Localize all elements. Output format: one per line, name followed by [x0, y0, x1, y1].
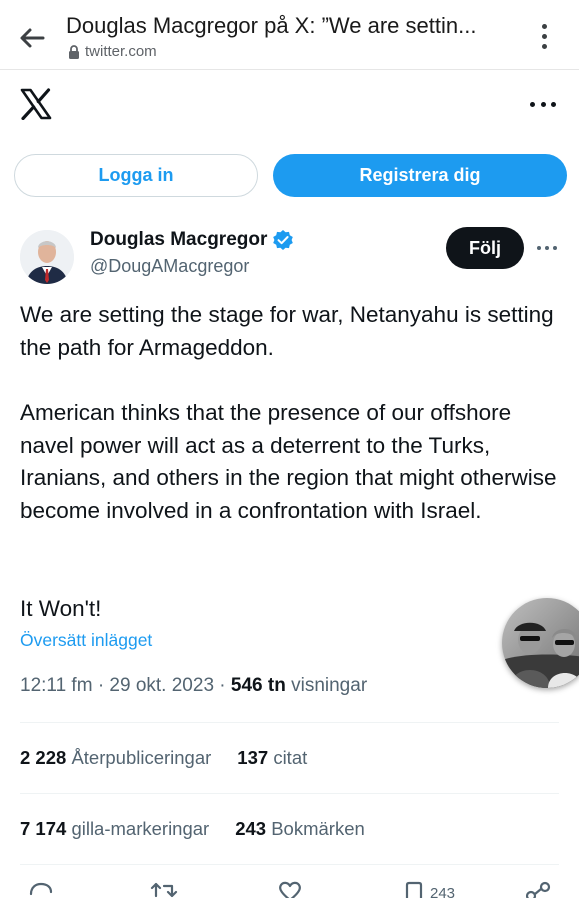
share-icon — [526, 881, 551, 898]
verified-badge-icon — [273, 230, 294, 250]
bookmark-count: 243 — [430, 885, 456, 898]
author-handle[interactable]: @DougAMacgregor — [90, 256, 249, 277]
quotes-stat[interactable]: 137 citat — [237, 747, 307, 769]
like-icon — [279, 881, 301, 898]
url-text: twitter.com — [85, 43, 157, 60]
author-name[interactable]: Douglas Macgregor — [90, 229, 294, 251]
kebab-menu-icon[interactable] — [530, 18, 558, 54]
share-button[interactable] — [526, 880, 552, 898]
stats-row-2: 7 174 gilla-markeringar 243 Bokmärken — [20, 818, 365, 840]
lock-icon — [69, 44, 79, 59]
back-arrow-icon — [20, 28, 45, 48]
tweet-meta: 12:11 fm · 29 okt. 2023 · 546 tn visning… — [20, 675, 368, 696]
tweet-paragraph-3: It Won't! — [20, 596, 102, 621]
tweet-date[interactable]: 29 okt. 2023 — [109, 675, 214, 696]
views-label: visningar — [291, 675, 368, 696]
like-button[interactable] — [276, 880, 304, 898]
repost-icon — [150, 882, 178, 898]
reposts-stat[interactable]: 2 228 Återpubliceringar — [20, 747, 211, 769]
browser-toolbar: Douglas Macgregor på X: ”We are settin..… — [0, 0, 579, 70]
back-button[interactable] — [14, 20, 50, 56]
tweet-paragraph-1: We are setting the stage for war, Netany… — [20, 302, 554, 360]
more-horizontal-icon[interactable] — [530, 96, 556, 112]
bookmark-icon — [405, 881, 423, 898]
avatar-image — [20, 230, 74, 284]
repost-button[interactable] — [150, 880, 178, 898]
reply-button[interactable] — [28, 880, 54, 898]
login-button[interactable]: Logga in — [14, 154, 258, 197]
tweet-paragraph-2: American thinks that the presence of our… — [20, 400, 557, 524]
bookmark-button[interactable]: 243 — [404, 880, 455, 898]
register-button[interactable]: Registrera dig — [273, 154, 567, 197]
tweet-time[interactable]: 12:11 fm — [20, 675, 93, 696]
bookmarks-stat[interactable]: 243 Bokmärken — [235, 818, 365, 840]
avatar[interactable] — [20, 230, 74, 284]
page-title: Douglas Macgregor på X: ”We are settin..… — [66, 13, 477, 38]
translate-link[interactable]: Översätt inlägget — [20, 630, 152, 651]
follow-button[interactable]: Följ — [446, 227, 524, 269]
tweet-more-icon[interactable] — [537, 244, 557, 252]
page-url: twitter.com — [68, 43, 157, 60]
views-count: 546 tn — [230, 675, 286, 696]
stats-row-1: 2 228 Återpubliceringar 137 citat — [20, 747, 307, 769]
divider — [20, 722, 559, 723]
bubble-photo — [502, 598, 579, 688]
floating-chat-bubble[interactable] — [502, 598, 579, 688]
reply-icon — [29, 882, 53, 896]
likes-stat[interactable]: 7 174 gilla-markeringar — [20, 818, 209, 840]
divider — [20, 793, 559, 794]
author-name-text: Douglas Macgregor — [90, 229, 268, 250]
x-logo-icon[interactable] — [20, 88, 52, 120]
divider — [20, 864, 559, 865]
